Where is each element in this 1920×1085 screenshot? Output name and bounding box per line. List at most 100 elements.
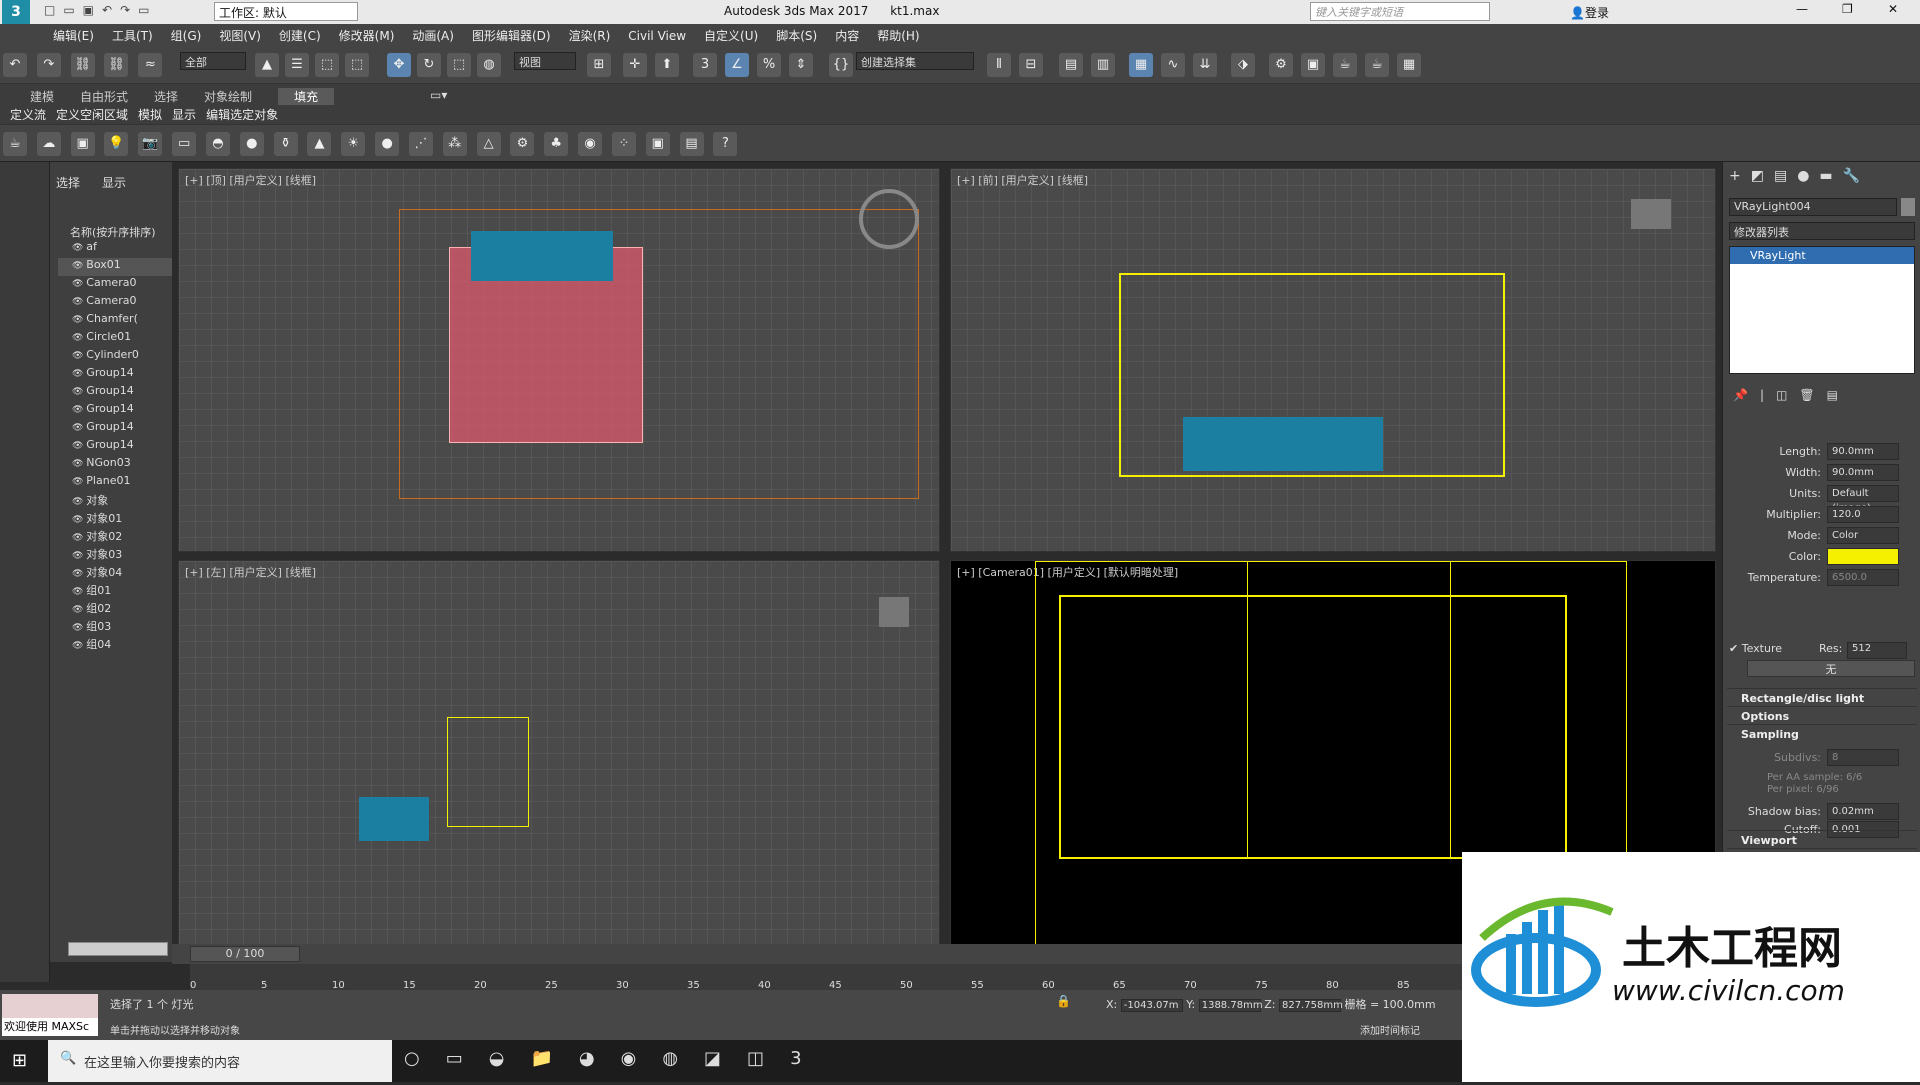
eye-icon[interactable]: 👁 [72,315,86,325]
ribbon-subtab[interactable]: 定义流 [10,106,46,123]
object-color-swatch[interactable] [1901,198,1915,216]
modifier-stack-item[interactable]: VRayLight [1730,247,1914,264]
keyboard-shortcut-icon[interactable]: ⬆ [655,53,679,77]
camera-icon[interactable]: 📷 [138,132,163,156]
window-crossing-icon[interactable]: ⬚ [345,53,369,77]
texture-checkbox[interactable]: ✔ [1729,642,1738,655]
select-object-icon[interactable]: ▲ [255,53,279,77]
modify-tab-icon[interactable]: ◩ [1751,168,1774,184]
rotate-icon[interactable]: ↻ [417,53,441,77]
menu-item[interactable]: 动画(A) [403,24,463,47]
undo-icon[interactable]: ↶ [3,53,27,77]
ribbon-tab[interactable]: 自由形式 [80,88,128,105]
scene-list-item[interactable]: 👁 组03 [58,618,172,636]
menu-item[interactable]: 渲染(R) [560,24,620,47]
ribbon-toggle-icon[interactable]: ▥ [1091,53,1115,77]
percent-snap-icon[interactable]: % [757,53,781,77]
schematic-view-icon[interactable]: ⇊ [1193,53,1217,77]
scene-list-item[interactable]: 👁 对象03 [58,546,172,564]
y-field[interactable]: 1388.78mm [1198,999,1263,1012]
shadow-bias-spinner[interactable]: 0.02mm [1827,803,1899,820]
render-iterative-icon[interactable]: ☕ [1365,53,1389,77]
start-icon[interactable]: ⊞ [12,1050,27,1071]
light-sphere-icon[interactable]: ● [375,132,400,156]
rendered-frame-icon[interactable]: ▣ [1301,53,1325,77]
ribbon-subtab[interactable]: 模拟 [138,106,162,123]
motion-tab-icon[interactable]: ● [1797,168,1819,184]
tab-display[interactable]: 显示 [102,174,126,191]
column-header[interactable]: 名称(按升序排序) [70,224,170,240]
rollout-header[interactable]: Viewport [1727,830,1917,850]
place-icon[interactable]: ◍ [477,53,501,77]
app-icon[interactable]: ◪ [704,1048,747,1069]
close-button[interactable]: ✕ [1888,2,1898,16]
subdivs-spinner[interactable]: 8 [1827,749,1899,766]
param-value-field[interactable]: 90.0mm [1827,443,1899,460]
viewcube-icon[interactable] [1631,199,1671,229]
teapot-icon[interactable]: ☕ [3,132,27,156]
menu-item[interactable]: 工具(T) [103,24,162,47]
frame-buffer-icon[interactable]: ▣ [645,132,670,156]
render-production-icon[interactable]: ☕ [1333,53,1357,77]
render-setup-icon[interactable]: ⚙ [1269,53,1293,77]
remove-modifier-icon[interactable]: 🗑 [1799,388,1826,402]
eye-icon[interactable]: 👁 [72,641,86,651]
scene-list-item[interactable]: 👁 组02 [58,600,172,618]
eye-icon[interactable]: 👁 [72,459,86,469]
plant-icon[interactable]: ♣ [544,132,569,156]
menu-item[interactable]: 创建(C) [270,24,330,47]
scene-list-item[interactable]: 👁 对象04 [58,564,172,582]
eye-icon[interactable]: 👁 [72,533,86,543]
scene-list-item[interactable]: 👁 Box01 [58,258,172,276]
menu-item[interactable]: 内容 [826,24,868,47]
ribbon-tab[interactable]: 选择 [154,88,178,105]
menu-item[interactable]: 组(G) [162,24,211,47]
eye-icon[interactable]: 👁 [72,569,86,579]
menu-item[interactable]: 帮助(H) [868,24,928,47]
scene-list-item[interactable]: 👁 Group14 [58,402,172,420]
image-icon[interactable]: ▣ [70,132,95,156]
taskbar-search[interactable]: 🔍 在这里输入你要搜索的内容 [48,1040,392,1082]
selection-filter-dropdown[interactable]: 全部 [180,52,246,70]
scene-list-item[interactable]: 👁 Camera0 [58,276,172,294]
modifier-stack[interactable]: VRayLight [1729,246,1915,374]
eye-icon[interactable]: 👁 [72,551,86,561]
plane-icon[interactable]: ▭ [172,132,197,156]
menu-item[interactable]: 编辑(E) [44,24,103,47]
scene-list-item[interactable]: 👁 对象02 [58,528,172,546]
eye-icon[interactable]: 👁 [72,605,86,615]
app-icon[interactable]: ◫ [747,1048,790,1069]
sphere-icon[interactable]: ● [239,132,264,156]
scene-list-item[interactable]: 👁 Group14 [58,384,172,402]
workspace-dropdown[interactable]: 工作区: 默认 [214,2,358,21]
ref-coord-dropdown[interactable]: 视图 [514,52,576,70]
param-value-field[interactable]: Color [1827,527,1899,544]
edge-icon[interactable]: ◒ [489,1048,531,1069]
app-icon[interactable]: ◕ [579,1048,621,1069]
eye-icon[interactable]: 👁 [72,423,86,433]
viewport-front[interactable]: [+] [前] [用户定义] [线框] [950,168,1716,552]
eye-icon[interactable]: 👁 [72,369,86,379]
named-selection-dropdown[interactable]: 创建选择集 [856,52,974,70]
sun-icon[interactable]: ☀ [341,132,366,156]
viewport-left[interactable]: [+] [左] [用户定义] [线框] [178,560,940,946]
link-icon[interactable]: ⛓ [70,53,95,77]
cortana-icon[interactable]: ○ [404,1048,446,1069]
param-value-field[interactable]: 120.0 [1827,506,1899,523]
scene-list-item[interactable]: 👁 Group14 [58,420,172,438]
add-time-tag[interactable]: 添加时间标记 [1360,1022,1420,1037]
modifier-list-dropdown[interactable]: 修改器列表 [1729,222,1915,240]
folder-icon[interactable]: 📁 [530,1048,578,1069]
scene-list-item[interactable]: 👁 Camera0 [58,294,172,312]
param-value-field[interactable]: 90.0mm [1827,464,1899,481]
ribbon-subtab[interactable]: 定义空闲区域 [56,106,128,123]
viewcube-icon[interactable] [879,597,909,627]
utilities-tab-icon[interactable]: 🔧 [1843,168,1870,184]
maxscript-listener[interactable]: 欢迎使用 MAXSc [2,994,98,1036]
cloud-icon[interactable]: ☁ [36,132,61,156]
render-ai-icon[interactable]: ▦ [1397,53,1421,77]
spinner-snap-icon[interactable]: ⇕ [789,53,813,77]
scene-list-item[interactable]: 👁 Chamfer( [58,312,172,330]
ribbon-tab[interactable]: 填充 [278,88,335,105]
param-value-field[interactable]: 6500.0 [1827,569,1899,586]
